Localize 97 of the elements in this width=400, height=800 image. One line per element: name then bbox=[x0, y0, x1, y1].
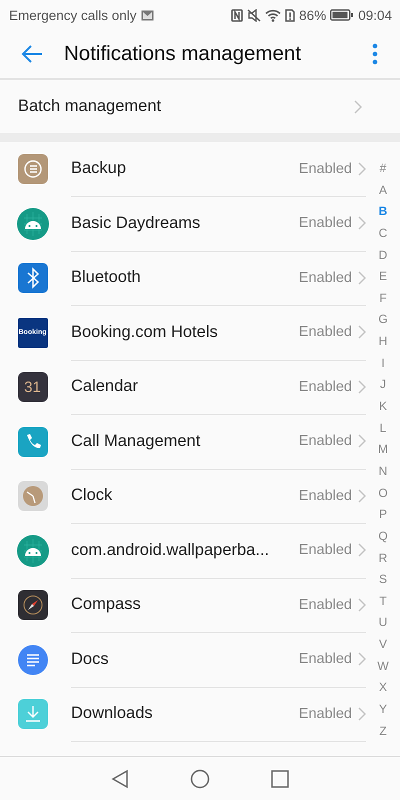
index-letter[interactable]: J bbox=[380, 374, 386, 396]
chevron-right-icon bbox=[354, 100, 362, 114]
chevron-right-icon bbox=[358, 598, 366, 612]
index-letter[interactable]: I bbox=[381, 352, 385, 374]
notification-status: Enabled bbox=[298, 324, 352, 340]
index-letter[interactable]: N bbox=[378, 460, 388, 483]
recents-icon[interactable] bbox=[271, 770, 290, 788]
notification-status: Enabled bbox=[298, 488, 352, 504]
app-name: com.android.wallpaperba... bbox=[71, 540, 270, 560]
clock-time: 09:04 bbox=[358, 8, 392, 22]
chevron-right-icon bbox=[358, 216, 366, 230]
download-icon bbox=[18, 699, 48, 730]
app-name: Call Management bbox=[71, 432, 200, 451]
app-row[interactable]: Downloads Enabled bbox=[0, 687, 366, 742]
chevron-right-icon bbox=[358, 543, 366, 558]
notification-status: Enabled bbox=[298, 378, 352, 395]
index-letter[interactable]: C bbox=[378, 222, 388, 245]
index-letter[interactable]: F bbox=[379, 288, 387, 310]
app-name: Clock bbox=[71, 486, 112, 506]
chevron-right-icon bbox=[358, 488, 366, 503]
index-letter[interactable]: O bbox=[378, 482, 388, 504]
notification-status: Enabled bbox=[298, 433, 352, 450]
app-row[interactable]: Compass Enabled bbox=[0, 578, 366, 632]
android-robot-icon bbox=[16, 534, 48, 567]
index-letter[interactable]: R bbox=[378, 548, 388, 570]
muted-speaker-icon bbox=[247, 8, 262, 22]
carrier-text: Emergency calls only bbox=[9, 8, 137, 22]
notification-status: Enabled bbox=[298, 542, 352, 558]
app-name: Basic Daydreams bbox=[71, 214, 200, 233]
index-letter[interactable]: U bbox=[378, 612, 388, 634]
chevron-right-icon bbox=[358, 434, 366, 448]
backup-icon bbox=[18, 154, 48, 184]
notification-status: Enabled bbox=[298, 160, 352, 177]
chevron-right-icon bbox=[358, 162, 366, 176]
index-letter[interactable]: E bbox=[378, 266, 387, 288]
clock-icon bbox=[18, 481, 48, 512]
page-title: Notifications management bbox=[64, 42, 302, 66]
notification-status: Enabled bbox=[298, 596, 352, 613]
index-letter[interactable]: # bbox=[380, 158, 386, 180]
app-name: Backup bbox=[71, 159, 126, 178]
phone-icon bbox=[18, 426, 48, 457]
index-letter[interactable]: V bbox=[378, 634, 387, 656]
battery-percentage: 86% bbox=[299, 8, 326, 22]
index-letter[interactable]: Y bbox=[378, 699, 387, 721]
chevron-right-icon bbox=[358, 652, 366, 666]
app-name: Booking.com Hotels bbox=[71, 322, 218, 342]
notification-status: Enabled bbox=[298, 651, 352, 668]
app-row[interactable]: com.android.wallpaperba... Enabled bbox=[0, 524, 366, 578]
app-row[interactable]: Docs Enabled bbox=[0, 632, 366, 687]
index-letter[interactable]: L bbox=[380, 418, 386, 440]
wifi-icon bbox=[265, 8, 282, 22]
index-letter[interactable]: H bbox=[378, 331, 388, 353]
battery-icon bbox=[330, 9, 354, 21]
index-letter[interactable]: Q bbox=[378, 526, 388, 548]
batch-management-row[interactable]: Batch management bbox=[0, 80, 400, 133]
notification-status: Enabled bbox=[298, 215, 352, 232]
index-letter[interactable]: B bbox=[378, 201, 388, 223]
compass-icon bbox=[18, 590, 48, 620]
more-options-icon[interactable] bbox=[372, 43, 378, 65]
index-letter[interactable]: D bbox=[378, 244, 388, 266]
index-letter[interactable]: P bbox=[378, 504, 387, 526]
app-name: Calendar bbox=[71, 377, 138, 396]
app-name: Bluetooth bbox=[71, 268, 141, 288]
index-letter[interactable]: G bbox=[378, 309, 388, 332]
nfc-icon bbox=[231, 8, 244, 22]
back-icon[interactable] bbox=[110, 768, 129, 788]
index-letter[interactable]: Z bbox=[379, 720, 387, 742]
app-row[interactable]: Bluetooth Enabled bbox=[0, 251, 366, 306]
app-row[interactable]: Call Management Enabled bbox=[0, 414, 366, 469]
mail-icon bbox=[140, 10, 154, 20]
app-row[interactable]: Basic Daydreams Enabled bbox=[0, 196, 366, 251]
index-letter[interactable]: W bbox=[377, 656, 389, 678]
index-letter[interactable]: K bbox=[378, 396, 387, 418]
home-icon[interactable] bbox=[190, 768, 210, 788]
battery-saver-icon bbox=[285, 8, 296, 22]
index-letter[interactable]: S bbox=[378, 569, 387, 591]
app-row[interactable]: Backup Enabled bbox=[0, 142, 366, 196]
index-letter[interactable]: A bbox=[378, 180, 387, 202]
index-letter[interactable]: X bbox=[378, 677, 387, 700]
notification-status: Enabled bbox=[298, 270, 352, 286]
chevron-right-icon bbox=[358, 380, 366, 394]
document-icon bbox=[18, 644, 48, 675]
app-name: Docs bbox=[71, 650, 109, 669]
app-row[interactable]: Clock Enabled bbox=[0, 469, 366, 524]
app-row[interactable]: 31 Calendar Enabled bbox=[0, 360, 366, 414]
app-name: Compass bbox=[71, 595, 141, 614]
chevron-right-icon bbox=[358, 270, 366, 285]
notification-status: Enabled bbox=[298, 706, 352, 722]
index-letter[interactable]: M bbox=[378, 439, 388, 461]
chevron-right-icon bbox=[358, 325, 366, 340]
index-letter[interactable]: T bbox=[379, 590, 387, 612]
app-name: Downloads bbox=[71, 704, 153, 724]
bluetooth-icon bbox=[18, 263, 48, 294]
back-arrow-icon[interactable] bbox=[20, 44, 44, 64]
android-robot-icon bbox=[16, 208, 48, 240]
calendar-icon: 31 bbox=[18, 372, 48, 402]
chevron-right-icon bbox=[358, 706, 366, 721]
